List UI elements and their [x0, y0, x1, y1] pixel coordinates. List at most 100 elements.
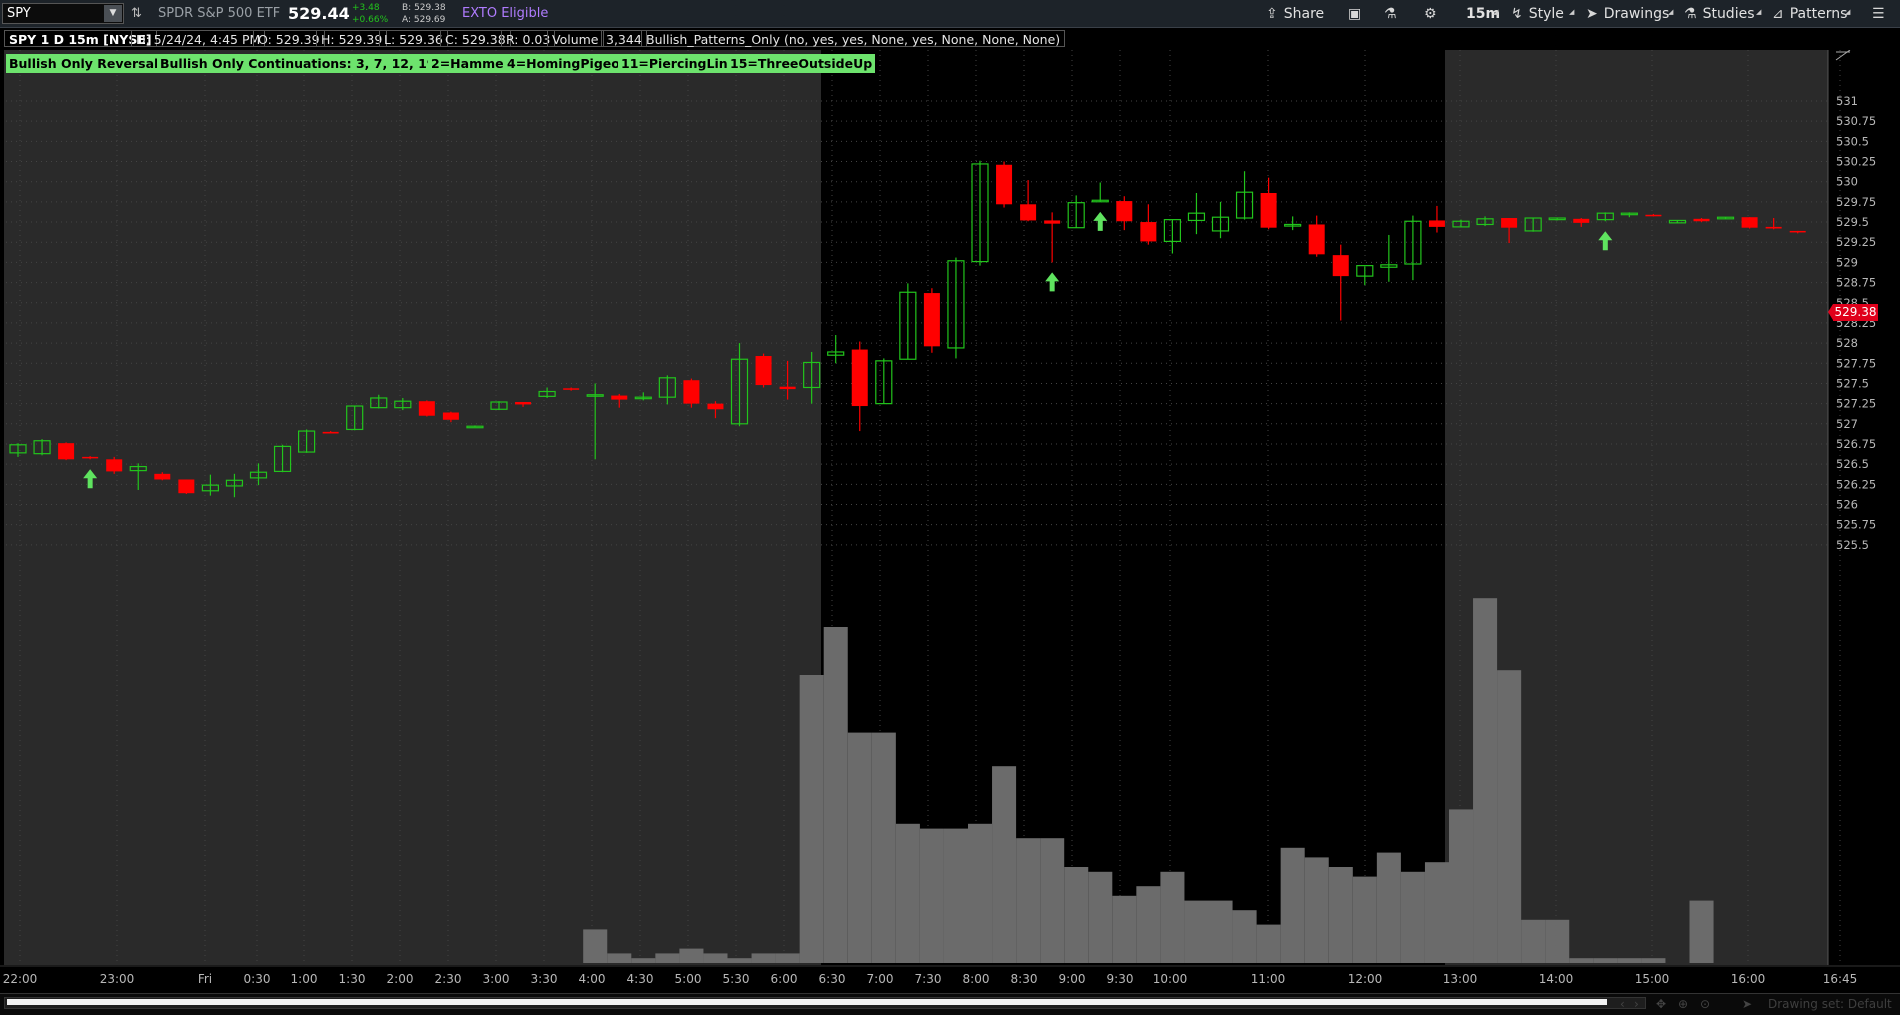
patterns-button[interactable]: ⊿ Patterns ◢ — [1772, 0, 1851, 28]
flask-icon: ⚗ — [1684, 6, 1697, 22]
candle-body — [1308, 224, 1325, 255]
scroll-thumb[interactable] — [7, 999, 1607, 1005]
studies-label: Studies — [1702, 6, 1755, 22]
volume-bar — [799, 675, 824, 963]
volume-bar — [1088, 871, 1113, 963]
axis-expand-icon — [1835, 50, 1851, 61]
x-tick-label: 7:30 — [915, 972, 942, 986]
volume-bar — [847, 732, 872, 963]
volume-bar — [751, 953, 776, 963]
volume-bar — [968, 823, 993, 963]
volume-bar — [1424, 862, 1449, 963]
pan-icon[interactable]: ✥ — [1656, 994, 1666, 1015]
candle-body — [1789, 230, 1806, 233]
candle-body — [1573, 218, 1590, 223]
volume-bar — [919, 828, 944, 963]
volume-bar — [1304, 857, 1329, 963]
label-hammer: 2=Hammer — [428, 54, 513, 73]
bid-price: B: 529.38 — [402, 3, 446, 13]
candle-body — [683, 380, 700, 404]
x-tick-label: 5:00 — [675, 972, 702, 986]
x-tick-label: 15:00 — [1635, 972, 1670, 986]
flask-icon: ⚗ — [1384, 6, 1397, 22]
study-label[interactable]: Bullish_Patterns_Only (no, yes, yes, Non… — [641, 30, 1066, 47]
x-tick-label: 7:00 — [867, 972, 894, 986]
info-bar: SPY 1 D 15m [NYSE] D: 5/24/24, 4:45 PM O… — [0, 28, 1830, 50]
volume-bar — [1449, 809, 1474, 963]
y-tick-label: 531 — [1836, 94, 1858, 108]
label-homing-pigeon: 4=HomingPigeon — [504, 54, 632, 73]
crosshair-icon[interactable]: ⊕ — [1678, 994, 1688, 1015]
candle-body — [515, 402, 532, 405]
volume-bar — [1208, 900, 1233, 963]
flask-button[interactable]: ⚗ — [1384, 0, 1403, 28]
candle-body — [178, 479, 195, 494]
volume-bar — [1256, 924, 1281, 963]
price-chart[interactable]: 531 530.75 530.5 530.25 530 529.75 529.5 529.25… — [0, 50, 1900, 993]
share-label: Share — [1283, 6, 1325, 22]
candle-body — [1741, 217, 1758, 228]
x-tick-label: 10:00 — [1153, 972, 1188, 986]
drawing-set[interactable]: Drawing set: Default — [1768, 996, 1892, 1012]
aggregation-button[interactable]: 15m ◢ — [1466, 0, 1500, 28]
x-tick-label: 11:00 — [1251, 972, 1286, 986]
volume-bar — [1641, 958, 1666, 963]
style-button[interactable]: ↯ Style ◢ — [1511, 0, 1574, 28]
share-button[interactable]: ⇪ Share — [1266, 0, 1324, 28]
net-change: +3.48 — [352, 3, 380, 13]
drawings-button[interactable]: ➤ Drawings ◢ — [1586, 0, 1673, 28]
dropdown-triangle-icon: ◢ — [1845, 8, 1851, 16]
symbol-description: SPDR S&P 500 ETF — [158, 6, 281, 21]
studies-button[interactable]: ⚗ Studies ◢ — [1684, 0, 1761, 28]
x-tick-label: 22:00 — [3, 972, 38, 986]
price-flag: 529.38 — [1833, 304, 1878, 321]
bar-date: D: 5/24/24, 4:45 PM — [131, 30, 266, 47]
volume-bar — [1232, 910, 1257, 963]
volume-bar — [1593, 958, 1618, 963]
x-tick-label: 8:30 — [1011, 972, 1038, 986]
symbol-input[interactable] — [7, 5, 102, 22]
volume-bar — [1040, 838, 1065, 963]
y-tick-label: 530 — [1836, 175, 1858, 189]
exto-eligible[interactable]: EXTO Eligible — [462, 0, 548, 28]
symbol-box[interactable]: ▼ — [2, 3, 124, 24]
x-tick-label: 12:00 — [1348, 972, 1383, 986]
x-tick-label: 9:00 — [1059, 972, 1086, 986]
volume-bar — [1352, 876, 1377, 963]
ask-price: A: 529.69 — [402, 15, 446, 25]
toolbar: ▼ ⇅ SPDR S&P 500 ETF 529.44 +3.48 +0.66%… — [0, 0, 1900, 28]
bar-low: L: 529.36 — [379, 30, 448, 47]
volume-bar — [703, 953, 728, 963]
chevron-down-icon[interactable]: ▼ — [104, 5, 122, 22]
cursor-icon[interactable]: ➤ — [1742, 994, 1752, 1015]
candle-body — [755, 356, 772, 386]
candle-body — [442, 412, 459, 420]
x-tick-label: 14:00 — [1539, 972, 1574, 986]
y-tick-label: 527.5 — [1836, 376, 1869, 390]
link-icon[interactable]: ⇅ — [131, 0, 142, 28]
y-tick-label: 525.5 — [1836, 538, 1869, 552]
scroll-left-icon[interactable]: ‹ — [1620, 994, 1625, 1015]
menu-button[interactable]: ☰ — [1872, 0, 1891, 28]
x-tick-label: 3:30 — [531, 972, 558, 986]
volume-bar — [655, 953, 680, 963]
dropdown-triangle-icon: ◢ — [1493, 8, 1499, 16]
label-three-outside-up: 15=ThreeOutsideUp — [727, 54, 876, 73]
y-tick-label: 527.75 — [1836, 356, 1876, 370]
y-tick-label: 527.25 — [1836, 397, 1876, 411]
y-tick-label: 529.75 — [1836, 195, 1876, 209]
patterns-label: Patterns — [1789, 6, 1848, 22]
settings-button[interactable]: ⚙ — [1424, 0, 1443, 28]
horizontal-scrollbar[interactable]: ‹ › ✥ ⊕ ⊙ ➤ Drawing set: Default — [0, 993, 1900, 1015]
snapshot-button[interactable]: ▣ — [1348, 0, 1367, 28]
zoom-icon[interactable]: ⊙ — [1700, 994, 1710, 1015]
share-icon: ⇪ — [1266, 6, 1278, 22]
candle-body — [1428, 220, 1445, 227]
y-tick-label: 527 — [1836, 417, 1858, 431]
label-continuations: Bullish Only Continuations: 3, 7, 12, 19… — [157, 54, 465, 73]
scroll-track[interactable] — [4, 997, 1646, 1009]
bar-high: H: 529.39 — [316, 30, 388, 47]
scroll-right-icon[interactable]: › — [1634, 994, 1639, 1015]
candle-body — [322, 431, 339, 434]
y-tick-label: 530.25 — [1836, 155, 1876, 169]
